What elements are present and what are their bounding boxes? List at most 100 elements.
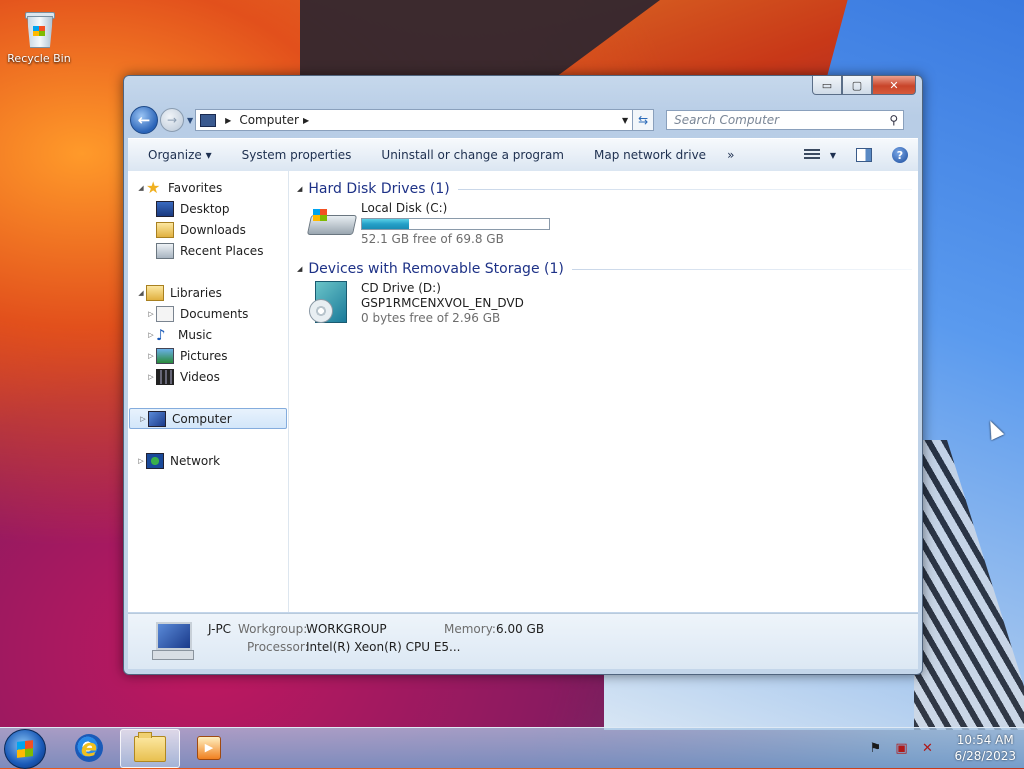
drive-name: CD Drive (D:) <box>361 281 441 295</box>
change-view-icon[interactable] <box>803 149 820 161</box>
group-header-removable-storage[interactable]: ◢ Devices with Removable Storage (1) <box>297 257 912 281</box>
nav-item-desktop[interactable]: Desktop <box>128 198 288 219</box>
taskbar-internet-explorer[interactable]: e <box>60 729 118 766</box>
help-icon[interactable]: ? <box>892 147 908 163</box>
navigation-pane: ◢ ★ Favorites Desktop Downloads Recent P… <box>128 171 289 612</box>
computer-icon <box>200 113 217 127</box>
refresh-icon: ⇆ <box>638 113 649 127</box>
star-icon: ★ <box>146 177 161 197</box>
breadcrumb-computer[interactable]: Computer <box>239 113 299 127</box>
clock[interactable]: 10:54 AM 6/28/2023 <box>954 732 1016 764</box>
search-placeholder: Search Computer <box>674 113 780 127</box>
nav-label: Pictures <box>180 348 228 363</box>
start-button[interactable] <box>4 729 46 769</box>
caption-buttons: ▭ ▢ ✕ <box>812 76 916 95</box>
drives-view: ◢ Hard Disk Drives (1) Local Disk (C:) 5… <box>289 171 918 612</box>
drive-volume-label: GSP1RMCENXVOL_EN_DVD <box>361 296 524 310</box>
nav-label: Videos <box>180 369 220 384</box>
network-icon <box>146 452 164 469</box>
address-dropdown-icon[interactable]: ▼ <box>617 116 632 125</box>
preview-pane-icon[interactable] <box>856 148 872 162</box>
internet-explorer-icon: e <box>75 733 103 762</box>
nav-item-recent-places[interactable]: Recent Places <box>128 240 288 261</box>
nav-item-music[interactable]: ▷ ♪ Music <box>128 324 288 345</box>
drive-item-cd-drive-d[interactable]: CD Drive (D:) GSP1RMCENXVOL_EN_DVD 0 byt… <box>297 281 912 337</box>
nav-item-computer[interactable]: ▷ Computer <box>129 408 287 429</box>
pictures-icon <box>156 347 174 364</box>
collapsed-arrow-icon[interactable]: ▷ <box>146 373 156 381</box>
collapsed-arrow-icon[interactable]: ▷ <box>146 310 156 318</box>
refresh-button[interactable]: ⇆ <box>633 109 655 131</box>
nav-label: Downloads <box>180 222 246 237</box>
breadcrumb-separator-icon[interactable]: ▶ <box>303 116 309 125</box>
windows-logo-icon <box>17 740 33 758</box>
maximize-button[interactable]: ▢ <box>842 76 872 95</box>
clock-date: 6/28/2023 <box>954 749 1016 763</box>
address-bar[interactable]: ▶ Computer ▶ ▼ <box>195 109 634 131</box>
drive-usage-bar <box>361 218 550 230</box>
collapsed-arrow-icon[interactable]: ▷ <box>146 331 156 339</box>
desktop-icon-recycle-bin[interactable]: Recycle Bin <box>6 6 72 65</box>
expanded-arrow-icon[interactable]: ◢ <box>297 265 302 273</box>
network-status-icon[interactable]: ▣ <box>892 740 910 756</box>
title-bar[interactable] <box>124 76 802 102</box>
nav-item-downloads[interactable]: Downloads <box>128 219 288 240</box>
breadcrumb-separator-icon[interactable]: ▶ <box>225 116 231 125</box>
computer-icon <box>150 620 194 660</box>
close-button[interactable]: ✕ <box>872 76 916 95</box>
taskbar-windows-explorer[interactable] <box>120 729 180 768</box>
map-network-drive-button[interactable]: Map network drive <box>579 148 721 162</box>
minimize-button[interactable]: ▭ <box>812 76 842 95</box>
nav-item-network[interactable]: ▷ Network <box>128 450 288 471</box>
forward-button[interactable]: → <box>160 108 184 132</box>
group-title: Hard Disk Drives (1) <box>308 181 450 197</box>
nav-label: Documents <box>180 306 249 321</box>
workgroup-value: WORKGROUP <box>306 622 387 636</box>
drive-item-local-disk-c[interactable]: Local Disk (C:) 52.1 GB free of 69.8 GB <box>297 201 912 257</box>
nav-item-favorites[interactable]: ◢ ★ Favorites <box>128 177 288 198</box>
memory-value: 6.00 GB <box>496 622 545 636</box>
system-properties-button[interactable]: System properties <box>227 148 367 162</box>
arrow-right-icon: → <box>166 113 178 127</box>
nav-label: Desktop <box>180 201 230 216</box>
arrow-left-icon: ← <box>137 111 151 129</box>
more-commands-button[interactable]: » <box>721 148 740 162</box>
expanded-arrow-icon[interactable]: ◢ <box>136 289 146 297</box>
collapsed-arrow-icon[interactable]: ▷ <box>146 352 156 360</box>
action-center-flag-icon[interactable]: ⚑ <box>866 740 884 756</box>
drive-name: Local Disk (C:) <box>361 201 448 215</box>
expanded-arrow-icon[interactable]: ◢ <box>297 185 302 193</box>
clock-time: 10:54 AM <box>956 733 1014 747</box>
taskbar-media-player[interactable]: ▶ <box>180 729 238 766</box>
nav-item-libraries[interactable]: ◢ Libraries <box>128 282 288 303</box>
recent-places-icon <box>156 242 174 259</box>
command-bar: Organize ▾ System properties Uninstall o… <box>128 138 918 172</box>
folder-icon <box>134 731 166 762</box>
downloads-folder-icon <box>156 221 174 238</box>
wallpaper-shape <box>300 0 660 80</box>
collapsed-arrow-icon[interactable]: ▷ <box>138 415 148 423</box>
view-options-dropdown[interactable]: ▼ <box>830 151 836 160</box>
drive-free-space: 0 bytes free of 2.96 GB <box>361 311 501 325</box>
nav-item-documents[interactable]: ▷ Documents <box>128 303 288 324</box>
uninstall-program-button[interactable]: Uninstall or change a program <box>366 148 579 162</box>
recycle-bin-label: Recycle Bin <box>7 52 71 65</box>
music-icon: ♪ <box>156 325 166 344</box>
volume-muted-icon[interactable]: ✕ <box>918 740 936 756</box>
search-input[interactable]: Search Computer ⚲ <box>666 110 905 130</box>
search-icon[interactable]: ⚲ <box>889 113 898 127</box>
memory-label: Memory: <box>444 622 496 636</box>
group-header-hard-disk-drives[interactable]: ◢ Hard Disk Drives (1) <box>297 177 912 201</box>
back-button[interactable]: ← <box>130 106 158 134</box>
recent-pages-dropdown[interactable]: ▼ <box>187 116 193 125</box>
expanded-arrow-icon[interactable]: ◢ <box>136 184 146 192</box>
nav-item-videos[interactable]: ▷ Videos <box>128 366 288 387</box>
nav-label: Music <box>178 327 213 342</box>
nav-item-pictures[interactable]: ▷ Pictures <box>128 345 288 366</box>
computer-icon <box>148 410 166 427</box>
collapsed-arrow-icon[interactable]: ▷ <box>136 457 146 465</box>
organize-button[interactable]: Organize ▾ <box>128 148 227 162</box>
content-area: ◢ ★ Favorites Desktop Downloads Recent P… <box>128 171 918 612</box>
workgroup-label: Workgroup: <box>238 622 308 636</box>
group-title: Devices with Removable Storage (1) <box>308 261 564 277</box>
